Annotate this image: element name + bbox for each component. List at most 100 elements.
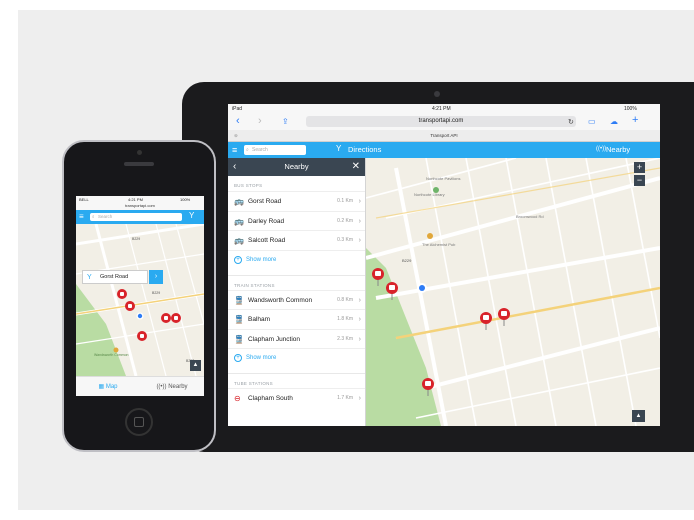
chevron-right-icon: ›	[358, 316, 361, 323]
bus-icon: 🚌	[234, 197, 244, 206]
ipad-status-bar: iPad 4:21 PM 100%	[228, 104, 660, 114]
iphone-search-input[interactable]: ⌕ Search	[90, 213, 182, 221]
close-icon[interactable]: ✕	[352, 158, 360, 176]
ipad-map[interactable]: Northcote Pavilions Northcote Library Th…	[366, 158, 660, 426]
browser-tab[interactable]: ⊗ Transport API	[228, 130, 660, 142]
show-more-label: Show more	[246, 256, 277, 263]
share-icon[interactable]: ⇪	[282, 117, 289, 126]
menu-icon[interactable]: ≡	[79, 212, 84, 222]
b-road	[395, 286, 660, 340]
map-icon: ▦	[98, 384, 106, 390]
section-heading-tube: TUBE STATIONS	[228, 373, 365, 388]
station-distance: 0.8 Km	[337, 296, 353, 303]
section-heading-bus: BUS STOPS	[234, 183, 263, 188]
train-icon: 🚆	[234, 334, 244, 344]
bus-stop-pin[interactable]	[137, 331, 147, 341]
new-tab-icon[interactable]: +	[632, 114, 638, 126]
locate-button[interactable]: ▲	[190, 360, 201, 371]
iphone-screen: BELL 4:21 PM 100% transportapi.com ≡ ⌕ S…	[76, 196, 204, 396]
list-item[interactable]: 🚌 Salcott Road 0.3 Km ›	[228, 230, 365, 250]
iphone-camera	[137, 150, 142, 155]
chevron-right-icon: ›	[358, 237, 361, 244]
forward-arrow-icon[interactable]: ›	[258, 115, 262, 127]
show-more-train-button[interactable]: + Show more	[228, 348, 365, 366]
safari-toolbar: ‹ › ⇪ transportapi.com ↻ ▭ ☁ +	[228, 114, 660, 130]
tab-map[interactable]: ▦ Map	[76, 377, 140, 396]
show-more-bus-button[interactable]: + Show more	[228, 249, 365, 268]
iphone-address-bar[interactable]: transportapi.com	[76, 202, 204, 210]
menu-icon[interactable]: ≡	[232, 145, 237, 155]
directions-icon[interactable]: Y	[189, 211, 194, 220]
address-bar[interactable]: transportapi.com	[306, 116, 576, 127]
bus-stop-pin[interactable]	[161, 313, 171, 323]
list-item[interactable]: 🚆 Wandsworth Common 0.8 Km ›	[228, 289, 365, 310]
station-name: Balham	[248, 316, 271, 323]
cloud-tabs-icon[interactable]: ☁	[610, 117, 618, 126]
address-bar-url: transportapi.com	[418, 118, 464, 124]
list-item[interactable]: ⊖ Clapham South 1.7 Km ›	[228, 388, 365, 408]
train-icon: 🚆	[234, 295, 244, 305]
stop-distance: 0.2 Km	[337, 217, 353, 224]
back-chevron-icon[interactable]: ‹	[233, 158, 236, 176]
search-input[interactable]: ⌕ Search	[244, 145, 306, 155]
tab-map-label: Map	[105, 384, 118, 390]
zoom-in-button[interactable]: +	[634, 162, 645, 173]
chevron-right-icon[interactable]: ›	[149, 270, 163, 284]
ipad-status-battery: 100%	[624, 106, 637, 112]
bus-stop-pin[interactable]	[171, 313, 181, 323]
underground-icon: ⊖	[234, 394, 241, 403]
nearby-button[interactable]: Nearby	[606, 142, 630, 158]
tab-nearby-label: Nearby	[168, 384, 188, 390]
show-more-label: Show more	[246, 355, 277, 361]
map-label-pub: The Alchemist Pub	[422, 242, 456, 247]
bus-stop-pin[interactable]	[498, 308, 510, 326]
zoom-out-button[interactable]: −	[634, 175, 645, 186]
nearby-icon: ((•))	[156, 384, 169, 390]
train-icon: 🚆	[234, 315, 244, 324]
list-item[interactable]: 🚆 Clapham Junction 2.3 Km ›	[228, 328, 365, 349]
back-arrow-icon[interactable]: ‹	[236, 115, 240, 127]
nearby-icon: ((•))	[596, 146, 607, 152]
bus-stop-pin[interactable]	[125, 301, 135, 311]
chevron-right-icon: ›	[358, 198, 361, 205]
bus-stop-pin[interactable]	[480, 312, 492, 330]
list-item[interactable]: 🚌 Gorst Road 0.1 Km ›	[228, 191, 365, 211]
tab-nearby[interactable]: ((•)) Nearby	[140, 377, 204, 396]
plus-icon: +	[234, 255, 242, 264]
stop-callout[interactable]: Y Gorst Road ›	[82, 270, 163, 284]
stop-distance: 0.1 Km	[337, 198, 353, 204]
reload-icon[interactable]: ↻	[568, 118, 574, 126]
iphone-map[interactable]: B229 B229 B237 Wandsworth Common Y Gorst…	[76, 224, 204, 376]
plus-icon: +	[234, 354, 242, 362]
iphone-tab-bar: ▦ Map ((•)) Nearby	[76, 376, 204, 396]
search-icon: ⌕	[246, 147, 249, 153]
ipad-camera	[434, 91, 440, 97]
bus-stop-pin[interactable]	[117, 289, 127, 299]
browser-tab-title: Transport API	[430, 133, 458, 138]
iphone-url: transportapi.com	[125, 203, 155, 208]
library-marker	[433, 187, 439, 193]
ipad-status-device: iPad	[232, 106, 243, 112]
directions-button[interactable]: Directions	[348, 142, 381, 158]
directions-icon: Y	[336, 144, 342, 153]
bus-icon: 🚌	[234, 236, 244, 245]
locate-button[interactable]: ▲	[632, 410, 645, 422]
list-item[interactable]: 🚆 Balham 1.8 Km ›	[228, 309, 365, 329]
map-label-northcote: Northcote Pavilions	[426, 176, 460, 181]
close-tab-icon[interactable]: ⊗	[234, 130, 238, 142]
chevron-right-icon: ›	[358, 335, 361, 343]
bookmarks-icon[interactable]: ▭	[588, 117, 596, 126]
nearby-panel-title: Nearby	[284, 162, 309, 171]
nearby-panel: ‹ Nearby ✕ BUS STOPS 🚌 Gorst Road 0.1 Km…	[228, 158, 366, 426]
home-button[interactable]	[125, 408, 153, 436]
map-label-park: Wandsworth Common	[94, 353, 129, 357]
station-name: Clapham South	[248, 395, 293, 402]
map-label-b229: B229	[402, 258, 412, 263]
iphone-map-canvas: B229 B229 B237 Wandsworth Common	[76, 224, 204, 376]
b-road	[76, 293, 204, 315]
map-label-road: Broomwood Rd	[516, 214, 544, 219]
list-item[interactable]: 🚌 Darley Road 0.2 Km ›	[228, 210, 365, 231]
map-label-library: Northcote Library	[414, 192, 445, 197]
station-distance: 1.8 Km	[337, 316, 353, 322]
stop-name: Darley Road	[248, 217, 285, 225]
